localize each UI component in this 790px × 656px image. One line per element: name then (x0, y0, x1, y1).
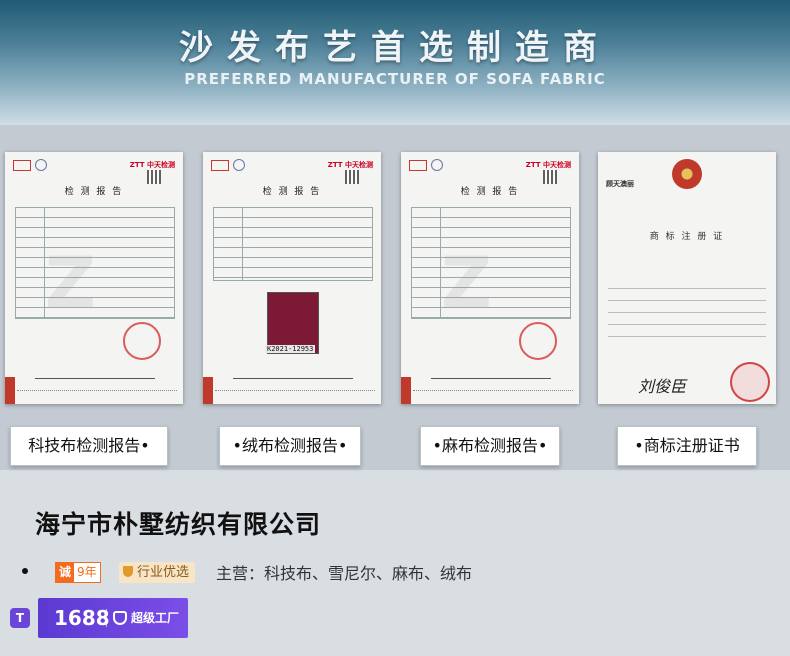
national-emblem-icon (672, 159, 702, 189)
platform-number: 1688 (54, 606, 110, 630)
cert-doc-title: 检 测 报 告 (64, 187, 124, 197)
red-seal-icon (123, 322, 161, 360)
label-trademark-cert[interactable]: •商标注册证书 (617, 426, 757, 466)
divider (106, 609, 107, 627)
cnas-logo-icon (431, 159, 443, 171)
cma-logo-icon (211, 160, 229, 171)
cert-footer (17, 390, 177, 393)
red-seal-icon (519, 322, 557, 360)
red-seal-icon (730, 362, 770, 402)
trademark-header: 顾天澳丽 (606, 180, 634, 188)
trademark-details (608, 277, 766, 347)
cma-logo-icon (409, 160, 427, 171)
cert-footer (215, 390, 375, 393)
cert-brand: ZTT 中天检测 (129, 161, 175, 169)
label-tech-fabric-report[interactable]: 科技布检测报告• (10, 426, 168, 466)
level-label: 超级工厂 (131, 611, 180, 625)
integrity-years-badge[interactable]: 诚 9年 (55, 562, 101, 583)
cma-logo-icon (13, 160, 31, 171)
qr-code-icon (147, 170, 161, 184)
bullet-icon (22, 568, 28, 574)
label-velvet-report[interactable]: •绒布检测报告• (219, 426, 361, 466)
swatch-code: K2021-12953 (265, 345, 316, 353)
shield-icon (123, 566, 133, 577)
main-business: 主营：科技布、雪尼尔、麻布、绒布 (216, 564, 473, 583)
cert-doc-title: 检 测 报 告 (460, 187, 520, 197)
certificate-image-velvet[interactable]: ZTT 中天检测 检 测 报 告 K2021-12953 (203, 152, 381, 404)
cert-footer (413, 390, 573, 393)
preferred-label: 行业优选 (137, 565, 190, 580)
super-factory-badge[interactable]: 1688 超级工厂 (38, 598, 188, 638)
signature-line (35, 378, 155, 380)
cnas-logo-icon (35, 159, 47, 171)
qr-code-icon (345, 170, 359, 184)
cert-doc-title: 检 测 报 告 (262, 187, 322, 197)
qr-code-icon (543, 170, 557, 184)
ztt-side-tab (401, 377, 411, 404)
signature-line (233, 378, 353, 380)
certificate-panel: ZTT 中天检测 检 测 报 告 Z ZTT 中天检测 检 测 报 告 K202… (0, 125, 790, 470)
industry-preferred-badge[interactable]: 行业优选 (119, 562, 196, 583)
signature: 刘俊臣 (638, 377, 687, 396)
diamond-icon (113, 611, 127, 625)
super-factory-icon[interactable]: T (10, 608, 30, 628)
cnas-logo-icon (233, 159, 245, 171)
signature-line (431, 378, 551, 380)
cert-doc-title: 商 标 注 册 证 (649, 232, 725, 242)
header-banner: 沙发布艺首选制造商 PREFERRED MANUFACTURER OF SOFA… (0, 0, 790, 125)
report-table (213, 207, 373, 281)
label-linen-report[interactable]: •麻布检测报告• (420, 426, 560, 466)
banner-subtitle: PREFERRED MANUFACTURER OF SOFA FABRIC (184, 70, 606, 88)
years-label: 9年 (74, 563, 100, 582)
cert-brand: ZTT 中天检测 (525, 161, 571, 169)
company-name[interactable]: 海宁市朴墅纺织有限公司 (35, 505, 321, 541)
ztt-watermark-icon: Z (45, 242, 96, 324)
ztt-watermark-icon: Z (441, 242, 492, 324)
banner-title: 沙发布艺首选制造商 (179, 28, 611, 68)
certificate-image-trademark[interactable]: 顾天澳丽 商 标 注 册 证 刘俊臣 (598, 152, 776, 404)
ztt-side-tab (5, 377, 15, 404)
certificate-image-tech-fabric[interactable]: ZTT 中天检测 检 测 报 告 Z (5, 152, 183, 404)
cert-brand: ZTT 中天检测 (327, 161, 373, 169)
ztt-side-tab (203, 377, 213, 404)
certificate-image-linen[interactable]: ZTT 中天检测 检 测 报 告 Z (401, 152, 579, 404)
cheng-label: 诚 (56, 563, 75, 582)
